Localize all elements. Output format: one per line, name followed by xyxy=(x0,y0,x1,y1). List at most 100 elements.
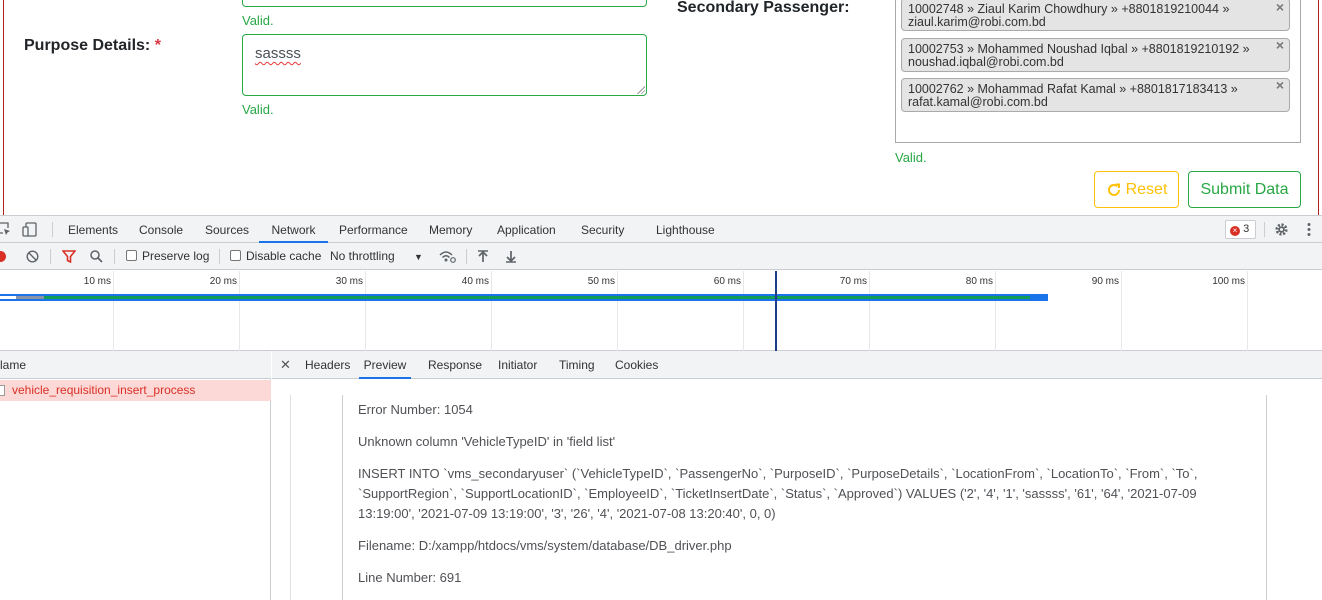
timeline-tick-label: 30 ms xyxy=(335,276,363,287)
error-number-text: Error Number: 1054 xyxy=(358,402,473,417)
sql-query-text: INSERT INTO `vms_secondaryuser` (`Vehicl… xyxy=(358,466,1198,521)
preview-left-border xyxy=(290,395,291,600)
passenger-chip: 10002753 » Mohammed Noushad Iqbal » +880… xyxy=(901,38,1290,72)
timeline-gridline xyxy=(617,271,618,351)
divider xyxy=(52,222,53,237)
disable-cache-checkbox[interactable]: Disable cache xyxy=(230,243,321,270)
name-column-header[interactable]: lame xyxy=(0,351,271,379)
timeline-gridline xyxy=(995,271,996,351)
more-options-icon[interactable] xyxy=(1306,222,1312,237)
purpose-details-value: sassss xyxy=(255,45,301,62)
purpose-details-label-text: Purpose Details: xyxy=(24,37,151,54)
request-row[interactable]: vehicle_requisition_insert_process xyxy=(0,380,271,401)
tab-preview[interactable]: Preview xyxy=(359,351,411,379)
submit-data-button[interactable]: Submit Data xyxy=(1188,171,1301,208)
devtools-tab-bar: Elements Console Sources Network Perform… xyxy=(0,216,1322,243)
timeline-tick-label: 40 ms xyxy=(461,276,489,287)
remove-chip-icon[interactable]: × xyxy=(1276,78,1284,92)
export-har-icon[interactable] xyxy=(505,250,517,263)
passenger-chip-email: noushad.iqbal@robi.com.bd xyxy=(908,55,1064,69)
passenger-chip: 10002762 » Mohammad Rafat Kamal » +88018… xyxy=(901,78,1290,112)
devtools-panel: Elements Console Sources Network Perform… xyxy=(0,215,1322,600)
passenger-chip-line: 10002753 » Mohammed Noushad Iqbal » +880… xyxy=(908,42,1250,56)
remove-chip-icon[interactable]: × xyxy=(1276,0,1284,14)
previous-input-field[interactable] xyxy=(242,0,647,7)
filter-icon[interactable] xyxy=(62,250,76,263)
import-har-icon[interactable] xyxy=(477,250,489,263)
request-waiting-bar xyxy=(44,296,1030,299)
request-detail-panel: ✕ Headers Preview Response Initiator Tim… xyxy=(272,351,1322,600)
close-detail-icon[interactable]: ✕ xyxy=(280,351,291,379)
web-form: Valid. Purpose Details: * sassss Valid. … xyxy=(0,0,1322,215)
device-toolbar-icon[interactable] xyxy=(22,222,38,237)
network-conditions-icon[interactable] xyxy=(439,250,456,263)
tab-lighthouse[interactable]: Lighthouse xyxy=(656,216,715,243)
checkbox-box xyxy=(230,250,241,261)
timeline-tick-label: 70 ms xyxy=(839,276,867,287)
timeline-gridline xyxy=(743,271,744,351)
request-queue-bar xyxy=(16,296,44,299)
request-start-bar xyxy=(0,296,16,299)
passenger-chip-email: rafat.kamal@robi.com.bd xyxy=(908,95,1048,109)
form-border xyxy=(1318,0,1319,215)
timeline-gridline xyxy=(113,271,114,351)
valid-feedback: Valid. xyxy=(895,150,927,165)
tab-headers[interactable]: Headers xyxy=(305,351,350,379)
timeline-tick-label: 90 ms xyxy=(1091,276,1119,287)
tab-response[interactable]: Response xyxy=(428,351,482,379)
request-name: vehicle_requisition_insert_process xyxy=(12,383,196,397)
line-number-text: Line Number: 691 xyxy=(358,570,462,585)
passenger-chip-email: ziaul.karim@robi.com.bd xyxy=(908,15,1046,29)
resize-handle-icon[interactable] xyxy=(637,86,645,94)
tab-elements[interactable]: Elements xyxy=(68,216,118,243)
tab-timing[interactable]: Timing xyxy=(559,351,595,379)
tab-sources[interactable]: Sources xyxy=(205,216,249,243)
throttling-select[interactable]: No throttling ▼ xyxy=(330,243,423,270)
inspect-element-icon[interactable] xyxy=(0,222,11,236)
settings-gear-icon[interactable] xyxy=(1274,222,1289,237)
timeline-tick-label: 20 ms xyxy=(209,276,237,287)
divider xyxy=(114,249,115,264)
network-timeline-overview[interactable]: 10 ms 20 ms 30 ms 40 ms 50 ms 60 ms 70 m… xyxy=(0,271,1322,351)
timeline-gridline xyxy=(239,271,240,351)
reset-button[interactable]: Reset xyxy=(1094,171,1179,208)
tab-security[interactable]: Security xyxy=(581,216,624,243)
request-list: lame vehicle_requisition_insert_process xyxy=(0,351,271,600)
purpose-details-label: Purpose Details: * xyxy=(24,37,161,55)
timeline-gridline xyxy=(491,271,492,351)
error-message-text: Unknown column 'VehicleTypeID' in 'field… xyxy=(358,434,616,449)
preserve-log-checkbox[interactable]: Preserve log xyxy=(126,243,209,270)
valid-feedback: Valid. xyxy=(242,13,274,28)
search-icon[interactable] xyxy=(90,250,103,263)
valid-feedback: Valid. xyxy=(242,102,274,117)
tab-cookies[interactable]: Cookies xyxy=(615,351,658,379)
error-counter-badge[interactable]: × 3 xyxy=(1225,220,1256,239)
clear-icon[interactable] xyxy=(26,250,39,263)
detail-tab-bar: ✕ Headers Preview Response Initiator Tim… xyxy=(272,351,1322,379)
network-toolbar: Preserve log Disable cache No throttling… xyxy=(0,243,1322,270)
tab-memory[interactable]: Memory xyxy=(429,216,472,243)
remove-chip-icon[interactable]: × xyxy=(1276,38,1284,52)
error-count: 3 xyxy=(1243,223,1250,235)
filename-text: Filename: D:/xampp/htdocs/vms/system/dat… xyxy=(358,538,732,553)
refresh-icon xyxy=(1107,183,1120,196)
response-preview: Error Number: 1054 Unknown column 'Vehic… xyxy=(342,395,1267,600)
throttling-value: No throttling xyxy=(330,249,395,263)
tab-performance[interactable]: Performance xyxy=(339,216,408,243)
required-mark: * xyxy=(154,37,161,54)
timeline-tick-label: 50 ms xyxy=(587,276,615,287)
tab-initiator[interactable]: Initiator xyxy=(498,351,537,379)
tab-console[interactable]: Console xyxy=(139,216,183,243)
error-icon: × xyxy=(1230,226,1240,236)
tab-application[interactable]: Application xyxy=(497,216,556,243)
request-file-icon xyxy=(0,385,5,396)
timeline-gridline xyxy=(365,271,366,351)
timeline-tick-label: 10 ms xyxy=(83,276,111,287)
purpose-details-textarea[interactable]: sassss xyxy=(242,34,647,96)
dropdown-arrow-icon: ▼ xyxy=(414,252,423,262)
passenger-chip-line: 10002762 » Mohammad Rafat Kamal » +88018… xyxy=(908,82,1238,96)
secondary-passenger-label: Secondary Passenger: xyxy=(677,0,850,16)
divider xyxy=(1264,222,1265,237)
tab-network[interactable]: Network xyxy=(259,216,328,243)
record-icon[interactable] xyxy=(0,251,6,262)
